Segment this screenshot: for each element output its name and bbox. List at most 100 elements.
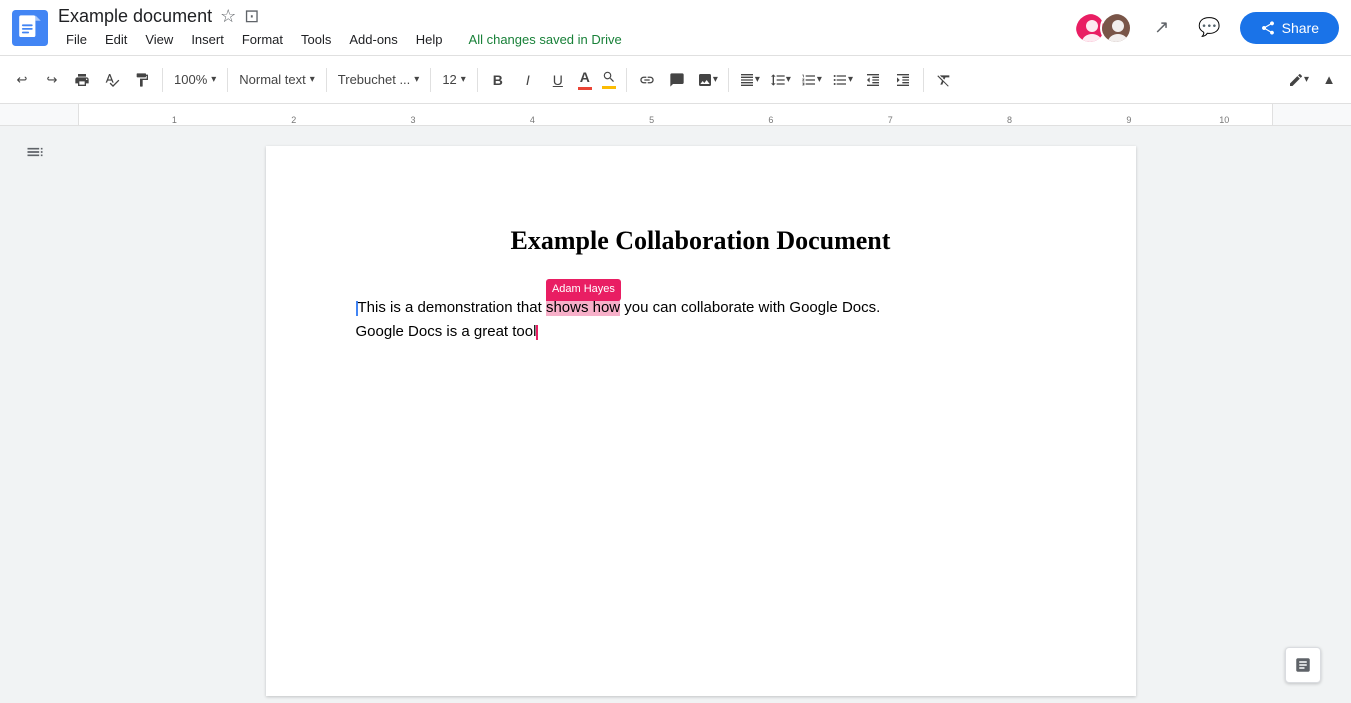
toolbar: ↩ ↪ 100% ▾ Normal text ▾ Trebuchet ... ▾… bbox=[0, 56, 1351, 104]
docs-logo-icon bbox=[12, 10, 48, 46]
ruler-mark: 9 bbox=[1126, 115, 1131, 125]
insert-link-button[interactable] bbox=[633, 65, 661, 95]
content-area[interactable]: Example Collaboration Document This is a… bbox=[70, 126, 1331, 703]
separator-6 bbox=[626, 68, 627, 92]
share-button[interactable]: Share bbox=[1240, 12, 1339, 44]
redo-button[interactable]: ↪ bbox=[38, 65, 66, 95]
body-line1-after: you can collaborate with Google Docs. bbox=[620, 299, 880, 316]
separator-8 bbox=[923, 68, 924, 92]
separator-1 bbox=[162, 68, 163, 92]
editing-chevron-icon: ▾ bbox=[1304, 74, 1309, 85]
ruler-mark: 6 bbox=[768, 115, 773, 125]
highlight-color-button[interactable] bbox=[598, 68, 620, 91]
menu-insert[interactable]: Insert bbox=[183, 29, 232, 50]
menu-edit[interactable]: Edit bbox=[97, 29, 135, 50]
ruler-mark: 1 bbox=[172, 115, 177, 125]
ruler-mark: 3 bbox=[411, 115, 416, 125]
ruler-mark: 4 bbox=[530, 115, 535, 125]
menu-tools[interactable]: Tools bbox=[293, 29, 339, 50]
left-panel bbox=[0, 126, 70, 703]
numbered-list-chevron-icon: ▾ bbox=[817, 74, 822, 85]
italic-button[interactable]: I bbox=[514, 65, 542, 95]
menu-view[interactable]: View bbox=[137, 29, 181, 50]
body-line1-before: This is a demonstration that bbox=[358, 299, 546, 316]
highlighted-text-wrapper: shows howAdam Hayes bbox=[546, 299, 620, 316]
line-spacing-button[interactable]: ▾ bbox=[766, 65, 795, 95]
increase-indent-button[interactable] bbox=[889, 65, 917, 95]
font-color-button[interactable]: A bbox=[574, 67, 596, 92]
highlight-icon bbox=[602, 70, 616, 84]
document-body[interactable]: This is a demonstration that shows howAd… bbox=[356, 296, 1046, 344]
text-style-chevron-icon: ▾ bbox=[310, 74, 315, 85]
document-page[interactable]: Example Collaboration Document This is a… bbox=[266, 146, 1136, 696]
title-bar: Example document ☆ ⊡ File Edit View Inse… bbox=[0, 0, 1351, 56]
undo-button[interactable]: ↩ bbox=[8, 65, 36, 95]
line-spacing-chevron-icon: ▾ bbox=[786, 74, 791, 85]
zoom-select[interactable]: 100% ▾ bbox=[169, 65, 221, 95]
text-cursor bbox=[536, 325, 538, 340]
drive-icon[interactable]: ⊡ bbox=[244, 6, 259, 27]
main-area: Example Collaboration Document This is a… bbox=[0, 126, 1351, 703]
avatar-user2 bbox=[1100, 12, 1132, 44]
document-heading: Example Collaboration Document bbox=[356, 226, 1046, 256]
underline-button[interactable]: U bbox=[544, 65, 572, 95]
save-status: All changes saved in Drive bbox=[469, 32, 622, 47]
separator-5 bbox=[477, 68, 478, 92]
activity-icon[interactable]: ↗ bbox=[1144, 10, 1180, 46]
share-label: Share bbox=[1282, 20, 1319, 36]
insert-comment-button[interactable] bbox=[663, 65, 691, 95]
spellcheck-button[interactable] bbox=[98, 65, 126, 95]
bullet-list-button[interactable]: ▾ bbox=[828, 65, 857, 95]
right-panel bbox=[1331, 126, 1351, 703]
text-style-select[interactable]: Normal text ▾ bbox=[234, 65, 320, 95]
title-right: ↗ 💬 Share bbox=[1074, 10, 1339, 46]
paint-format-button[interactable] bbox=[128, 65, 156, 95]
collapse-button[interactable]: ▲ bbox=[1315, 65, 1343, 95]
body-line2: Google Docs is a great tool bbox=[356, 323, 537, 340]
outline-icon[interactable] bbox=[25, 142, 45, 168]
ruler: 1 2 3 4 5 6 7 8 9 10 bbox=[0, 104, 1351, 126]
font-family-select[interactable]: Trebuchet ... ▾ bbox=[333, 65, 425, 95]
collaborator-label: Adam Hayes bbox=[546, 279, 621, 301]
font-color-bar bbox=[578, 87, 592, 90]
font-color-a-icon: A bbox=[580, 69, 590, 85]
separator-2 bbox=[227, 68, 228, 92]
font-family-value: Trebuchet ... bbox=[338, 72, 411, 87]
align-chevron-icon: ▾ bbox=[755, 74, 760, 85]
bold-button[interactable]: B bbox=[484, 65, 512, 95]
ruler-mark: 10 bbox=[1219, 115, 1229, 125]
decrease-indent-button[interactable] bbox=[859, 65, 887, 95]
print-button[interactable] bbox=[68, 65, 96, 95]
document-title[interactable]: Example document bbox=[58, 6, 212, 27]
editing-mode-button[interactable]: ▾ bbox=[1284, 65, 1313, 95]
menu-format[interactable]: Format bbox=[234, 29, 291, 50]
bullet-list-chevron-icon: ▾ bbox=[848, 74, 853, 85]
menu-help[interactable]: Help bbox=[408, 29, 451, 50]
ruler-mark: 5 bbox=[649, 115, 654, 125]
numbered-list-button[interactable]: ▾ bbox=[797, 65, 826, 95]
avatar-group bbox=[1074, 12, 1132, 44]
ruler-mark: 7 bbox=[888, 115, 893, 125]
separator-7 bbox=[728, 68, 729, 92]
font-size-value: 12 bbox=[442, 72, 456, 87]
clear-formatting-button[interactable] bbox=[930, 65, 958, 95]
body-line1-highlighted: shows how bbox=[546, 299, 620, 316]
zoom-value: 100% bbox=[174, 72, 207, 87]
align-button[interactable]: ▾ bbox=[735, 65, 764, 95]
menu-addons[interactable]: Add-ons bbox=[341, 29, 405, 50]
font-family-chevron-icon: ▾ bbox=[414, 74, 419, 85]
zoom-chevron-icon: ▾ bbox=[211, 74, 216, 85]
highlight-bar bbox=[602, 86, 616, 89]
separator-4 bbox=[430, 68, 431, 92]
image-chevron-icon: ▾ bbox=[713, 74, 718, 85]
font-size-select[interactable]: 12 ▾ bbox=[437, 65, 471, 95]
insert-image-button[interactable]: ▾ bbox=[693, 65, 722, 95]
title-name-row: Example document ☆ ⊡ bbox=[58, 6, 1074, 27]
explore-button[interactable] bbox=[1285, 647, 1321, 683]
text-style-value: Normal text bbox=[239, 72, 305, 87]
font-size-chevron-icon: ▾ bbox=[461, 74, 466, 85]
menu-file[interactable]: File bbox=[58, 29, 95, 50]
star-icon[interactable]: ☆ bbox=[220, 6, 236, 27]
comments-icon[interactable]: 💬 bbox=[1192, 10, 1228, 46]
menu-bar: File Edit View Insert Format Tools Add-o… bbox=[58, 29, 1074, 50]
